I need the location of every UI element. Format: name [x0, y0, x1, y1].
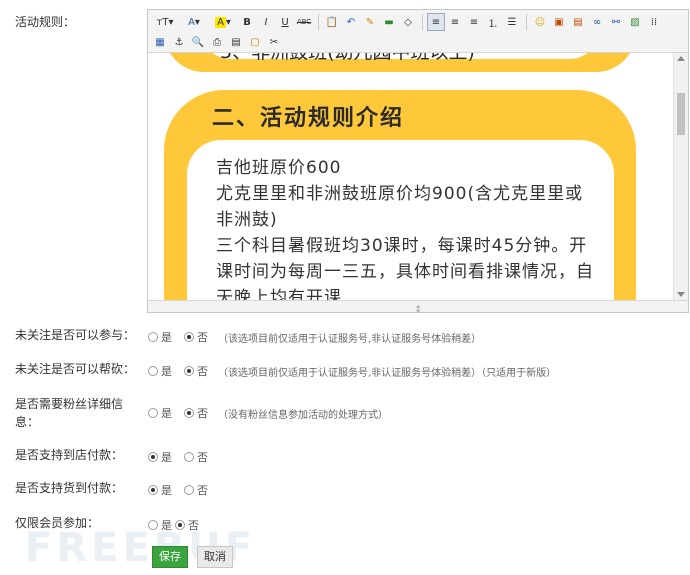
format-brush-icon[interactable]: ✎ [361, 13, 379, 31]
radio-checked-icon[interactable] [184, 408, 194, 418]
members-only-label: 仅限会员参加： [15, 516, 100, 530]
table-icon[interactable]: ▦ [151, 33, 169, 51]
background-color-icon[interactable]: A ▾ [209, 13, 237, 31]
preview-icon[interactable]: 🔍 [189, 33, 207, 51]
cod-pay-no[interactable]: 否 [184, 482, 208, 498]
editor-toolbar: тT ▾ A ▾ A ▾ B I U ABC 📋 ↶ ✎ ▬ ◇ ≡ ≡ ≡ ⒈ ☰ … [148, 10, 688, 53]
poster-body: 吉他班原价600 尤克里里和非洲鼓班原价均900(含尤克里里或非洲鼓) 三个科目… [216, 155, 596, 300]
print-icon[interactable]: ⎙ [208, 33, 226, 51]
align-left-icon[interactable]: ≡ [427, 13, 445, 31]
save-button[interactable]: 保存 [152, 546, 188, 568]
follow-join-yes[interactable]: 是 [148, 329, 172, 345]
toolbar-divider [318, 14, 319, 30]
cod-pay-yes[interactable]: 是 [148, 482, 172, 498]
radio-checked-icon[interactable] [184, 332, 194, 342]
emoji-icon[interactable]: ☺ [531, 13, 549, 31]
radio-icon[interactable] [148, 520, 158, 530]
eraser-icon[interactable]: ◇ [399, 13, 417, 31]
poster-body-line: 尤克里里和非洲鼓班原价均900(含尤克里里或非洲鼓) [216, 184, 584, 230]
radio-checked-icon[interactable] [184, 366, 194, 376]
scroll-up-icon[interactable] [677, 56, 685, 61]
follow-cut-no[interactable]: 否 [184, 363, 208, 379]
radio-icon[interactable] [148, 332, 158, 342]
scroll-down-icon[interactable] [677, 292, 685, 297]
follow-join-label: 未关注是否可以参与： [15, 328, 136, 342]
strikethrough-icon[interactable]: ABC [295, 13, 313, 31]
rules-label: 活动规则： [15, 15, 76, 29]
radio-checked-icon[interactable] [148, 485, 158, 495]
undo-icon[interactable]: ↶ [342, 13, 360, 31]
radio-checked-icon[interactable] [175, 520, 185, 530]
resize-grip-icon: ⇕ [414, 305, 422, 315]
radio-icon[interactable] [184, 485, 194, 495]
code-icon[interactable]: ▢ [246, 33, 264, 51]
paste-icon[interactable]: 📋 [323, 13, 341, 31]
poster-heading: 二、活动规则介绍 [212, 106, 405, 131]
ordered-list-icon[interactable]: ⒈ [484, 13, 502, 31]
unordered-list-icon[interactable]: ☰ [503, 13, 521, 31]
fan-info-no[interactable]: 否 [184, 405, 208, 421]
media-icon[interactable]: ▣ [550, 13, 568, 31]
follow-join-no[interactable]: 否 [184, 329, 208, 345]
toolbar-divider [526, 14, 527, 30]
fan-info-note: （没有粉丝信息参加活动的处理方式） [218, 410, 388, 421]
italic-icon[interactable]: I [257, 13, 275, 31]
editor-scrollbar[interactable] [673, 53, 688, 300]
fan-info-label: 是否需要粉丝详细信息： [15, 397, 124, 429]
scroll-thumb[interactable] [677, 93, 685, 135]
radio-checked-icon[interactable] [148, 452, 158, 462]
poster-image: 3、非洲鼓班(幼儿园中班以上) 二、活动规则介绍 吉他班原价600 尤克里里和非… [164, 53, 636, 300]
members-only-yes[interactable]: 是 [148, 517, 172, 533]
insert-link-row-icon[interactable]: ▬ [380, 13, 398, 31]
cod-pay-label: 是否支持货到付款： [15, 481, 124, 495]
members-only-no[interactable]: 否 [175, 517, 199, 533]
store-pay-no[interactable]: 否 [184, 449, 208, 465]
follow-join-note: （该选项目前仅适用于认证服务号,非认证服务号体验稍差） [218, 334, 482, 345]
editor-resize-handle[interactable]: ⇕ [148, 300, 688, 315]
unlink-icon[interactable]: ⚯ [607, 13, 625, 31]
link-icon[interactable]: ∞ [588, 13, 606, 31]
radio-icon[interactable] [148, 366, 158, 376]
bold-icon[interactable]: B [238, 13, 256, 31]
font-color-icon[interactable]: A ▾ [180, 13, 208, 31]
rules-editor[interactable]: тT ▾ A ▾ A ▾ B I U ABC 📋 ↶ ✎ ▬ ◇ ≡ ≡ ≡ ⒈ ☰ … [147, 9, 689, 315]
anchor-icon[interactable]: ⚓ [170, 33, 188, 51]
radio-icon[interactable] [184, 452, 194, 462]
poster-body-line: 吉他班原价600 [216, 158, 342, 178]
align-center-icon[interactable]: ≡ [446, 13, 464, 31]
template-icon[interactable]: ▤ [227, 33, 245, 51]
poster-prev-line: 3、非洲鼓班(幼儿园中班以上) [220, 53, 475, 64]
more-icon[interactable]: ⁞⁞ [645, 13, 663, 31]
follow-cut-note: （该选项目前仅适用于认证服务号,非认证服务号体验稍差）（只适用于新版） [218, 368, 557, 379]
toolbar-divider [422, 14, 423, 30]
store-pay-label: 是否支持到店付款： [15, 448, 124, 462]
editor-content[interactable]: 3、非洲鼓班(幼儿园中班以上) 二、活动规则介绍 吉他班原价600 尤克里里和非… [148, 53, 673, 300]
cancel-button[interactable]: 取消 [197, 546, 233, 568]
poster-body-line: 三个科目暑假班均30课时，每课时45分钟。开课时间为每周一三五，具体时间看排课情… [216, 236, 594, 300]
store-pay-yes[interactable]: 是 [148, 449, 172, 465]
font-size-icon[interactable]: тT ▾ [151, 13, 179, 31]
cut-icon[interactable]: ✂ [265, 33, 283, 51]
image-icon[interactable]: ▨ [626, 13, 644, 31]
follow-cut-yes[interactable]: 是 [148, 363, 172, 379]
flash-icon[interactable]: ▤ [569, 13, 587, 31]
fan-info-yes[interactable]: 是 [148, 405, 172, 421]
follow-cut-label: 未关注是否可以帮砍： [15, 362, 136, 376]
underline-icon[interactable]: U [276, 13, 294, 31]
radio-icon[interactable] [148, 408, 158, 418]
align-right-icon[interactable]: ≡ [465, 13, 483, 31]
